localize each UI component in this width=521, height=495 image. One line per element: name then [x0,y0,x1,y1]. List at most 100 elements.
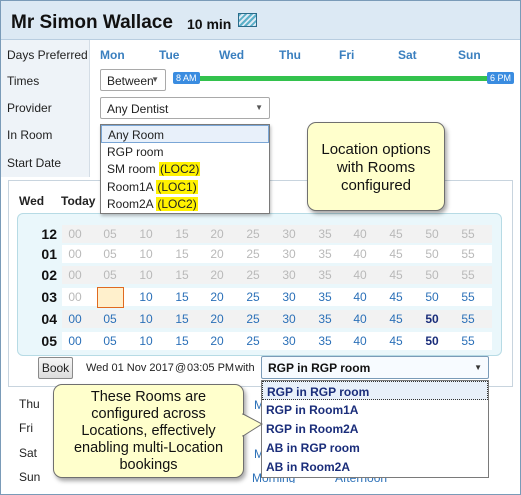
hour-label: 05 [41,333,57,349]
time-slot[interactable]: 45 [386,290,406,304]
room-provider-option[interactable]: AB in RGP room [262,438,488,457]
time-slot[interactable]: 25 [243,290,263,304]
time-slot: 00 [68,227,82,241]
day-toggle-thu[interactable]: Thu [279,48,301,62]
time-range-start-handle[interactable]: 8 AM [173,72,200,84]
time-range-end-handle[interactable]: 6 PM [487,72,515,84]
time-slot: 25 [246,247,260,261]
time-slot: 35 [318,227,332,241]
time-slot[interactable]: 40 [350,334,370,348]
time-slot[interactable]: 50 [422,312,442,326]
times-mode-value: Between [107,74,154,88]
provider-value: Any Dentist [107,102,169,116]
time-slot: 25 [246,227,260,241]
book-button[interactable]: Book [38,357,73,379]
time-slot[interactable]: 40 [350,290,370,304]
times-mode-select[interactable]: Between ▼ [100,69,166,91]
room-option-rgp[interactable]: RGP room [101,143,269,161]
time-slot: 00 [68,268,82,282]
time-slot: 50 [425,227,439,241]
days-preferred-label: Days Preferred [7,48,88,62]
calendar-day-label: Wed [19,194,45,208]
time-slot[interactable]: 45 [386,312,406,326]
booking-time: 03:05 PM [187,362,235,374]
time-slot[interactable]: 05 [100,334,120,348]
room-provider-option[interactable]: RGP in Room2A [262,419,488,438]
room-option-room1a[interactable]: Room1A (LOC1) [101,178,269,196]
provider-label: Provider [7,101,52,115]
room-option-room2a[interactable]: Room2A (LOC2) [101,195,269,213]
room-option-any[interactable]: Any Room [101,125,269,143]
time-slot[interactable]: 25 [243,312,263,326]
bottom-day-sat: Sat [19,446,38,460]
time-slot[interactable]: 20 [207,290,227,304]
time-slot[interactable]: 40 [350,312,370,326]
time-slot[interactable]: 15 [172,290,192,304]
time-slot: 10 [139,268,153,282]
room-option-sm[interactable]: SM room (LOC2) [101,160,269,178]
time-slot[interactable]: 35 [315,334,335,348]
day-toggle-fri[interactable]: Fri [339,48,354,62]
room-provider-option[interactable]: RGP in RGP room [262,381,488,400]
room-provider-select[interactable]: RGP in RGP room ▼ [261,356,489,379]
day-toggle-mon[interactable]: Mon [100,48,125,62]
time-slot[interactable]: 30 [279,290,299,304]
provider-select[interactable]: Any Dentist ▼ [100,97,270,119]
time-slot[interactable]: 15 [172,334,192,348]
time-slot[interactable]: 20 [207,334,227,348]
room-provider-value: RGP in RGP room [268,361,371,375]
time-slot[interactable]: 25 [243,334,263,348]
time-slot: 35 [318,268,332,282]
time-slot[interactable]: 00 [65,312,85,326]
time-slot: 50 [425,268,439,282]
time-slot[interactable]: 35 [315,312,335,326]
time-slot[interactable]: 00 [65,334,85,348]
hour-label: 03 [41,289,57,305]
patient-name: Mr Simon Wallace [11,12,173,33]
day-toggle-wed[interactable]: Wed [219,48,244,62]
time-slot: 30 [282,268,296,282]
duration-color-swatch [238,13,257,27]
bottom-day-thu: Thu [19,397,40,411]
day-toggle-sat[interactable]: Sat [398,48,417,62]
time-slot[interactable]: 55 [458,290,478,304]
day-toggle-tue[interactable]: Tue [159,48,179,62]
time-slot: 05 [103,227,117,241]
time-range-slider[interactable] [180,76,503,81]
time-slot: 55 [461,268,475,282]
time-slot[interactable]: 50 [422,334,442,348]
time-slot[interactable]: 05 [100,312,120,326]
bottom-day-fri: Fri [19,421,33,435]
time-slot[interactable]: 50 [422,290,442,304]
time-slot[interactable]: 45 [386,334,406,348]
time-slot: 00 [68,290,82,304]
time-slot[interactable]: 55 [458,334,478,348]
time-slot[interactable]: 15 [172,312,192,326]
time-slot: 20 [210,247,224,261]
time-slot[interactable]: 20 [207,312,227,326]
selected-slot-highlight [97,287,124,308]
time-slot: 40 [353,227,367,241]
time-slot[interactable]: 55 [458,312,478,326]
callout-pointer [240,413,263,437]
time-slot: 15 [175,227,189,241]
time-slot[interactable]: 30 [279,334,299,348]
time-slot: 55 [461,247,475,261]
time-slot: 05 [103,247,117,261]
time-slot[interactable]: 35 [315,290,335,304]
in-room-label: In Room [7,128,53,142]
room-provider-option[interactable]: RGP in Room1A [262,400,488,419]
time-slot: 35 [318,247,332,261]
time-slot: 55 [461,227,475,241]
time-slot[interactable]: 30 [279,312,299,326]
callout-multi-location: These Rooms are configured across Locati… [53,384,244,478]
time-slot[interactable]: 10 [136,290,156,304]
time-slot: 10 [139,247,153,261]
room-dropdown-list: Any Room RGP room SM room (LOC2) Room1A … [100,124,270,214]
time-slot[interactable]: 10 [136,312,156,326]
day-toggle-sun[interactable]: Sun [458,48,481,62]
room-provider-list: RGP in RGP room RGP in Room1A RGP in Roo… [261,380,489,478]
room-provider-option[interactable]: AB in Room2A [262,457,488,476]
time-slot: 25 [246,268,260,282]
time-slot[interactable]: 10 [136,334,156,348]
